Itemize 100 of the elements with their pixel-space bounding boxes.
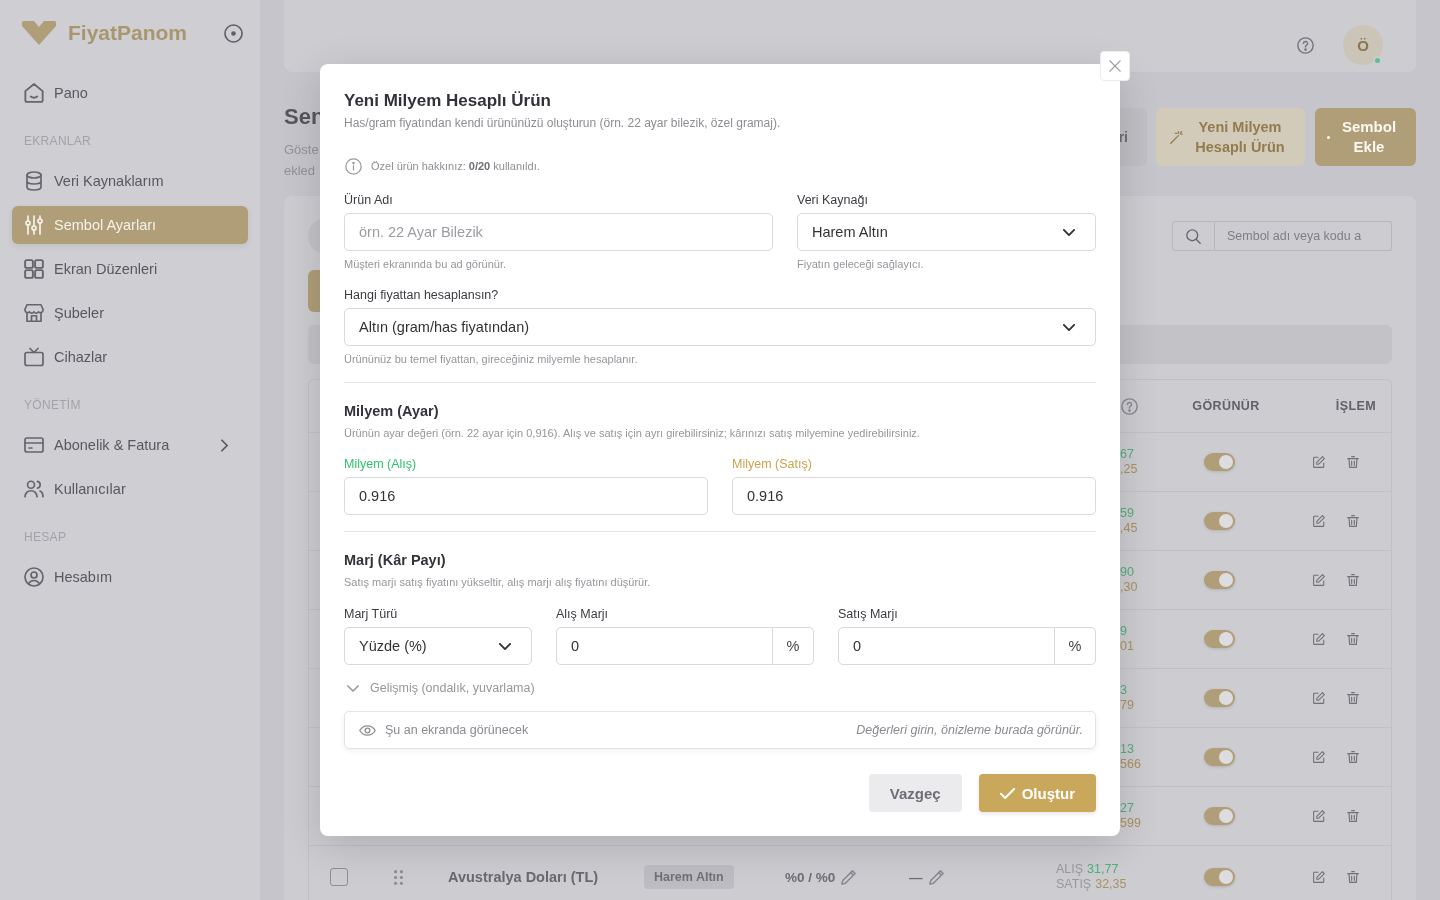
sidebar-item[interactable]: Pano bbox=[12, 74, 248, 112]
margin-field[interactable]: 0 bbox=[838, 627, 1055, 665]
sell-price: 566 bbox=[1120, 757, 1141, 772]
field-help: Ürününüz bu temel fiyattan, gireceğiniz milyemle hesaplanır. bbox=[344, 352, 639, 366]
visibility-toggle[interactable] bbox=[1203, 689, 1235, 707]
check-icon bbox=[999, 787, 1015, 799]
unit-addon: % bbox=[1055, 627, 1096, 665]
dialog-subtitle: Has/gram fiyatından kendi ürününüzü oluşturun (örn. 22 ayar bilezik, özel gramaj). bbox=[344, 115, 782, 132]
margin-field[interactable]: 0 bbox=[556, 627, 773, 665]
buy-price: 3 bbox=[1120, 683, 1127, 698]
trash-icon[interactable] bbox=[1347, 456, 1359, 468]
edit-icon[interactable] bbox=[1313, 574, 1325, 586]
visibility-toggle[interactable] bbox=[1203, 571, 1235, 589]
sidebar-item[interactable]: Sembol Ayarları bbox=[12, 206, 248, 244]
trash-icon[interactable] bbox=[1347, 810, 1359, 822]
margin-type-select[interactable]: Yüzde (%) bbox=[344, 627, 532, 665]
database-icon bbox=[24, 171, 44, 191]
column-header: İŞLEM bbox=[1335, 399, 1376, 413]
sell-price: 79 bbox=[1120, 698, 1134, 713]
wand-icon bbox=[1170, 130, 1183, 144]
sidebar-item[interactable]: Ekran Düzenleri bbox=[12, 250, 248, 288]
field-help: Müşteri ekranında bu ad görünür. bbox=[344, 257, 508, 271]
field-label: Veri Kaynağı bbox=[797, 192, 869, 208]
info-icon bbox=[345, 157, 362, 175]
advanced-toggle[interactable]: Gelişmiş (ondalık, yuvarlama) bbox=[344, 678, 535, 698]
buy-price: 9 bbox=[1120, 624, 1127, 639]
visibility-toggle[interactable] bbox=[1203, 512, 1235, 530]
close-icon bbox=[1109, 60, 1121, 72]
milyem-field[interactable]: 0.916 bbox=[732, 477, 1096, 515]
preview-hint: Değerleri girin, önizleme burada görünür. bbox=[856, 723, 1083, 737]
visibility-toggle[interactable] bbox=[1203, 630, 1235, 648]
pencil-icon[interactable] bbox=[841, 869, 857, 885]
edit-icon[interactable] bbox=[1313, 751, 1325, 763]
edit-icon[interactable] bbox=[1313, 633, 1325, 645]
action-button[interactable]: ri bbox=[1118, 108, 1147, 166]
add-symbol-button[interactable]: Sembol Ekle bbox=[1315, 108, 1416, 166]
tv-icon bbox=[24, 347, 44, 367]
buy-price: 59 bbox=[1120, 506, 1134, 521]
sell-price: ,45 bbox=[1120, 521, 1138, 536]
search-field[interactable]: Sembol adı veya kodu a bbox=[1215, 221, 1392, 251]
dot-icon bbox=[1327, 135, 1330, 139]
field-label: Alış Marjı bbox=[556, 606, 610, 622]
eye-icon bbox=[359, 724, 376, 736]
brand-name: FiyatPanom bbox=[68, 21, 189, 45]
edit-icon[interactable] bbox=[1313, 871, 1325, 883]
sidebar-item[interactable]: Veri Kaynaklarım bbox=[12, 162, 248, 200]
milyem-field[interactable]: 0.916 bbox=[344, 477, 708, 515]
field-label: Ürün Adı bbox=[344, 192, 394, 208]
help-icon[interactable] bbox=[1297, 36, 1314, 54]
new-product-button[interactable]: Yeni Milyem Hesaplı Ürün bbox=[1156, 108, 1305, 166]
user-circle-icon bbox=[24, 567, 44, 587]
trash-icon[interactable] bbox=[1347, 692, 1359, 704]
edit-icon[interactable] bbox=[1313, 456, 1325, 468]
section-title: Milyem (Ayar) bbox=[344, 402, 440, 421]
symbol-name: Avustralya Doları (TL) bbox=[448, 869, 599, 885]
target-icon[interactable] bbox=[224, 23, 243, 43]
cancel-button[interactable]: Vazgeç bbox=[868, 774, 962, 812]
row-checkbox[interactable] bbox=[330, 868, 348, 886]
trash-icon[interactable] bbox=[1347, 871, 1359, 883]
edit-icon[interactable] bbox=[1313, 810, 1325, 822]
trash-icon[interactable] bbox=[1347, 515, 1359, 527]
visibility-toggle[interactable] bbox=[1203, 807, 1235, 825]
product-name-field[interactable]: örn. 22 Ayar Bilezik bbox=[344, 213, 773, 251]
margin-value: %0 / %0 bbox=[785, 869, 836, 885]
field-label: Marj Türü bbox=[344, 606, 399, 622]
visibility-toggle[interactable] bbox=[1203, 453, 1235, 471]
chevron-down-icon bbox=[1063, 323, 1075, 331]
search-button[interactable] bbox=[1172, 221, 1215, 251]
base-price-select[interactable]: Altın (gram/has fiyatından) bbox=[344, 308, 1096, 346]
visibility-toggle[interactable] bbox=[1203, 868, 1235, 886]
trash-icon[interactable] bbox=[1347, 751, 1359, 763]
edit-icon[interactable] bbox=[1313, 692, 1325, 704]
sidebar-item[interactable]: Şubeler bbox=[12, 294, 248, 332]
trash-icon[interactable] bbox=[1347, 574, 1359, 586]
chevron-down-icon bbox=[1063, 228, 1075, 236]
card-icon bbox=[24, 435, 44, 455]
grid-icon bbox=[24, 259, 44, 279]
sidebar-item[interactable]: Cihazlar bbox=[12, 338, 248, 376]
store-icon bbox=[24, 303, 44, 323]
edit-icon[interactable] bbox=[1313, 515, 1325, 527]
chevron-right-icon bbox=[221, 438, 228, 452]
sell-price: 599 bbox=[1120, 816, 1141, 831]
pencil-icon[interactable] bbox=[928, 869, 944, 885]
trash-icon[interactable] bbox=[1347, 633, 1359, 645]
field-label: Milyem (Satış) bbox=[732, 456, 813, 472]
sidebar-item[interactable]: Kullanıcılar bbox=[12, 470, 248, 508]
visibility-toggle[interactable] bbox=[1203, 748, 1235, 766]
section-title: Marj (Kâr Payı) bbox=[344, 551, 447, 570]
help-icon[interactable] bbox=[1121, 397, 1138, 415]
avatar[interactable]: Ö bbox=[1343, 25, 1383, 65]
drag-handle-icon[interactable] bbox=[394, 869, 403, 885]
close-button[interactable] bbox=[1100, 51, 1130, 81]
sidebar-item[interactable]: Abonelik & Fatura bbox=[12, 426, 248, 464]
chevron-down-icon bbox=[347, 684, 359, 692]
sidebar-item[interactable]: Hesabım bbox=[12, 558, 248, 596]
source-badge: Harem Altın bbox=[644, 865, 734, 889]
buy-price: 31,77 bbox=[1087, 862, 1119, 877]
source-select[interactable]: Harem Altın bbox=[797, 213, 1096, 251]
buy-price: 13 bbox=[1120, 742, 1134, 757]
field-label: Hangi fiyattan hesaplansın? bbox=[344, 287, 500, 303]
